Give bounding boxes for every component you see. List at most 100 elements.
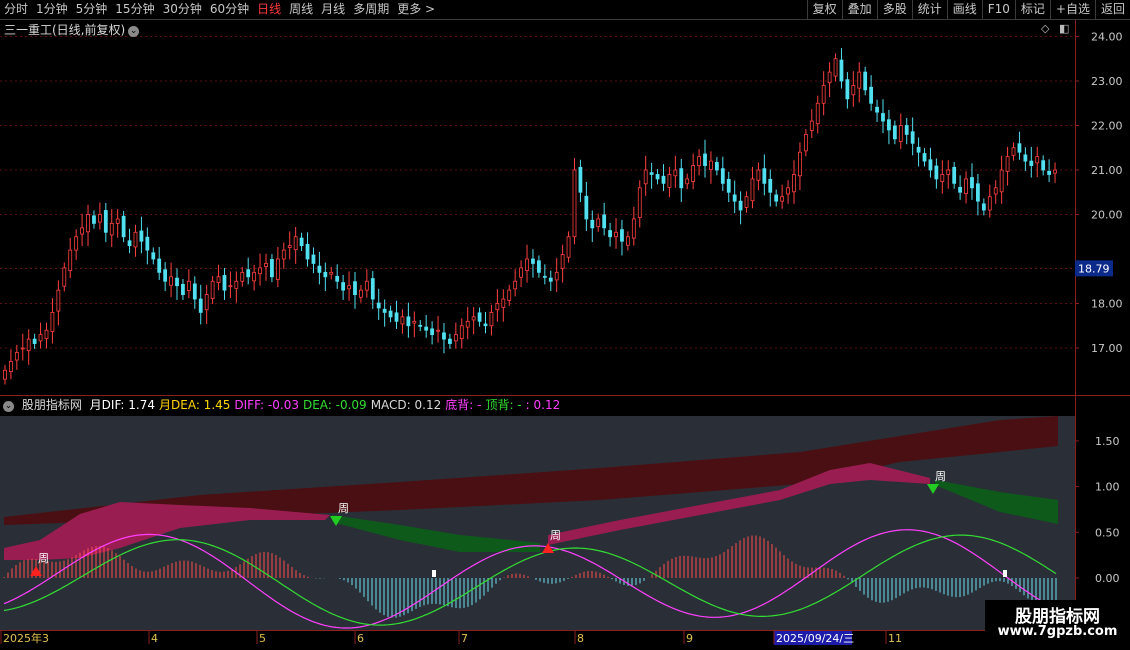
candle-body xyxy=(596,218,601,227)
marker-label: 周 xyxy=(550,529,561,542)
candle-body xyxy=(169,276,173,286)
candle-body xyxy=(287,245,292,248)
candle-body xyxy=(1023,154,1028,162)
chevron-down-icon[interactable]: ⌄ xyxy=(3,401,14,412)
macd-value: 月DIF: 1.74 xyxy=(89,398,155,412)
tool-button[interactable]: F10 xyxy=(981,0,1015,19)
tool-button[interactable]: 多股 xyxy=(876,0,912,19)
candle-body xyxy=(697,156,701,166)
period-tab[interactable]: 分时 xyxy=(0,0,32,19)
candle-body xyxy=(774,194,779,202)
price-tick-label: 24.00 xyxy=(1091,31,1123,44)
candle-body xyxy=(661,175,666,184)
date-label: 6 xyxy=(357,632,364,645)
candle-body xyxy=(750,178,755,202)
candle-body xyxy=(851,85,856,96)
candle-body xyxy=(744,196,749,208)
candle-body xyxy=(709,160,713,170)
period-tab[interactable]: 5分钟 xyxy=(72,0,112,19)
candle-body xyxy=(881,113,885,122)
candle-body xyxy=(163,269,168,282)
candle-body xyxy=(531,258,535,264)
period-tab[interactable]: 30分钟 xyxy=(159,0,206,19)
tool-button[interactable]: 复权 xyxy=(806,0,842,19)
candle-body xyxy=(305,243,310,260)
indicator-name[interactable]: 股朋指标网 xyxy=(22,398,82,412)
candle-body xyxy=(14,352,19,361)
candle-body xyxy=(815,102,820,125)
candle-body xyxy=(507,289,512,301)
price-tick-label: 17.00 xyxy=(1091,342,1123,355)
candle-body xyxy=(620,229,624,242)
candle-body xyxy=(97,214,102,223)
period-tab[interactable]: 日线 xyxy=(253,0,285,19)
candle-body xyxy=(863,71,868,91)
macd-tick-label: 0.00 xyxy=(1095,572,1120,585)
candle-body xyxy=(643,169,648,185)
candle-body xyxy=(175,277,179,287)
candle-body xyxy=(608,230,612,238)
tool-button[interactable]: 标记 xyxy=(1014,0,1050,19)
stock-title[interactable]: 三一重工(日线,前复权) ⌄ xyxy=(4,21,140,38)
candle-body xyxy=(26,338,31,352)
candle-body xyxy=(519,267,524,278)
diamond-icon[interactable]: ◇ xyxy=(1041,22,1049,35)
candle-body xyxy=(186,280,191,291)
candle-body xyxy=(1047,170,1052,175)
period-tab[interactable]: 60分钟 xyxy=(206,0,253,19)
candle-body xyxy=(311,254,316,264)
tool-button[interactable]: 返回 xyxy=(1094,0,1130,19)
candle-body xyxy=(8,360,13,372)
panel-toggle-icon[interactable]: ◧ xyxy=(1059,22,1069,35)
period-tab[interactable]: 多周期 xyxy=(349,0,393,19)
candle-body xyxy=(857,71,862,89)
candle-body xyxy=(869,86,874,104)
candle-body xyxy=(839,59,844,82)
candle-body xyxy=(910,131,915,144)
candle-body xyxy=(501,298,506,308)
macd-value: 底背: - xyxy=(445,398,482,412)
candle-body xyxy=(803,133,808,152)
candle-body xyxy=(347,285,351,290)
candle-body xyxy=(762,168,767,184)
tool-button[interactable]: 叠加 xyxy=(841,0,877,19)
period-tab[interactable]: 更多 > xyxy=(393,0,439,19)
candle-body xyxy=(981,203,986,211)
chevron-down-icon[interactable]: ⌄ xyxy=(128,26,140,37)
macd-tick-label: 0.50 xyxy=(1095,526,1120,539)
tool-button[interactable]: 画线 xyxy=(946,0,982,19)
candle-body xyxy=(38,334,43,342)
macd-tick-label: 1.00 xyxy=(1095,481,1120,494)
candle-body xyxy=(406,316,411,327)
candle-body xyxy=(80,227,84,235)
period-tab[interactable]: 1分钟 xyxy=(32,0,72,19)
price-panel-bg xyxy=(0,20,1075,395)
candle-body xyxy=(637,187,642,219)
candle-body xyxy=(370,278,375,300)
candle-body xyxy=(821,85,826,104)
top-toolbar: 分时 1分钟 5分钟 15分钟 30分钟 60分钟 日线 周线 月线 多周期 更多 > 复权 叠加 多股… xyxy=(0,0,1130,20)
candle-body xyxy=(442,332,446,340)
candle-body xyxy=(329,271,334,275)
watermark: 股朋指标网 www.7gpzb.com xyxy=(985,600,1130,645)
candle-body xyxy=(222,275,227,291)
date-label: 8 xyxy=(577,632,584,645)
candle-body xyxy=(115,218,120,224)
candle-body xyxy=(477,312,482,322)
period-tab[interactable]: 月线 xyxy=(317,0,349,19)
candle-body xyxy=(952,166,957,184)
price-tick-label: 20.00 xyxy=(1091,209,1123,222)
candle-body xyxy=(465,320,470,328)
current-price-label: 18.79 xyxy=(1078,262,1110,275)
tool-button[interactable]: +自选 xyxy=(1049,0,1095,19)
tool-button[interactable]: 统计 xyxy=(911,0,947,19)
date-label: 5 xyxy=(259,632,266,645)
candle-body xyxy=(768,178,773,193)
period-tab[interactable]: 15分钟 xyxy=(111,0,158,19)
candle-body xyxy=(139,230,144,242)
candle-body xyxy=(293,236,298,251)
candle-body xyxy=(210,280,215,300)
marker-label: 周 xyxy=(935,470,946,483)
candle-body xyxy=(780,196,785,202)
period-tab[interactable]: 周线 xyxy=(285,0,317,19)
